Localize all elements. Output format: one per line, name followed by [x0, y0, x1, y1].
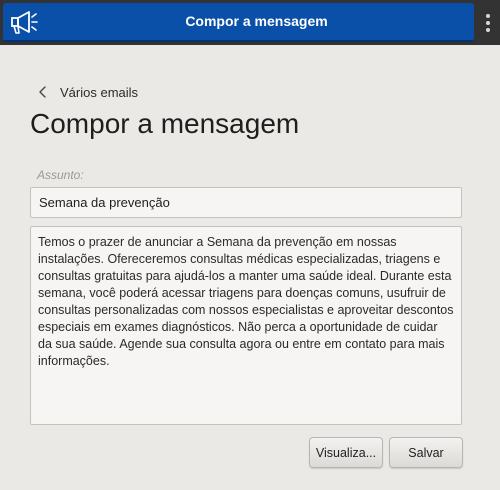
window-title: Compor a mensagem — [185, 13, 328, 29]
megaphone-icon — [11, 11, 38, 34]
page-title: Compor a mensagem — [30, 108, 300, 139]
compose-panel: Vários emails Compor a mensagem Assunto:… — [0, 45, 500, 490]
app-window: Compor a mensagem Vários emails Compor a… — [0, 0, 500, 490]
title-bar: Compor a mensagem — [3, 3, 474, 42]
subject-input[interactable] — [30, 187, 462, 218]
back-link-label: Vários emails — [60, 84, 139, 100]
chevron-left-icon — [39, 86, 46, 98]
kebab-menu-icon[interactable] — [476, 3, 500, 42]
back-link[interactable]: Vários emails — [38, 83, 138, 101]
save-button[interactable]: Salvar — [389, 437, 463, 468]
subject-label: Assunto: — [37, 168, 84, 182]
message-body-textarea[interactable]: Temos o prazer de anunciar a Semana da p… — [30, 226, 462, 425]
preview-button[interactable]: Visualiza... — [309, 437, 383, 468]
